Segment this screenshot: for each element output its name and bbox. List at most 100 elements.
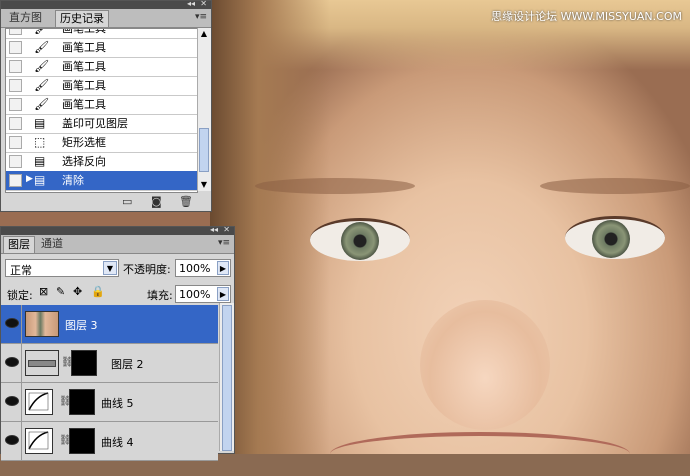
brush-icon: 🖌: [34, 40, 50, 54]
opacity-value: 100%: [179, 262, 211, 275]
scrollbar-thumb[interactable]: [199, 128, 209, 172]
layer-row-selected[interactable]: 图层 3: [1, 305, 218, 344]
history-item[interactable]: 🖌 画笔工具: [6, 38, 197, 58]
history-item[interactable]: ▤ 选择反向: [6, 152, 197, 172]
panel-menu-icon[interactable]: ▾≡: [195, 12, 207, 22]
tab-histogram[interactable]: 直方图: [5, 10, 46, 26]
history-list: 🖌 画笔工具 🖌 画笔工具 🖌 画笔工具 🖌 画笔工具 🖌 画笔工具 ▤ 盖印可…: [5, 28, 198, 193]
fill-label: 填充:: [147, 289, 173, 302]
panel-title-strip[interactable]: ◂◂ ✕: [1, 0, 211, 9]
new-document-from-state-icon[interactable]: ▭: [122, 195, 132, 208]
lock-position-icon[interactable]: ✥: [73, 285, 82, 298]
tab-channels[interactable]: 通道: [37, 236, 67, 252]
layer-row[interactable]: ⛓ 曲线 5: [1, 383, 218, 422]
curves-adjustment-icon: [25, 389, 53, 415]
marquee-icon: ⬚: [34, 135, 46, 149]
history-panel: ◂◂ ✕ 直方图 历史记录 ▾≡ 🖌 画笔工具 🖌 画笔工具 🖌 画笔工具 🖌 …: [0, 0, 212, 212]
snapshot-checkbox[interactable]: [9, 117, 22, 130]
curves-adjustment-icon: [25, 428, 53, 454]
history-item[interactable]: 🖌 画笔工具: [6, 95, 197, 115]
visibility-eye-icon[interactable]: [1, 422, 22, 460]
lock-transparency-icon[interactable]: ⊠: [39, 285, 48, 298]
layer-mask-thumbnail[interactable]: [71, 350, 97, 376]
visibility-eye-icon[interactable]: [1, 344, 22, 382]
layers-tabs: 图层 通道 ▾≡: [1, 235, 234, 254]
tab-layers[interactable]: 图层: [3, 236, 35, 253]
watermark-text: 思缘设计论坛 WWW.MISSYUAN.COM: [491, 10, 682, 23]
left-eye: [310, 218, 410, 261]
snapshot-checkbox[interactable]: [9, 155, 22, 168]
layer-name: 曲线 4: [101, 436, 134, 449]
lock-label: 锁定:: [7, 289, 33, 302]
history-item-label: 画笔工具: [62, 98, 106, 111]
layer-name: 图层 2: [111, 358, 144, 371]
layers-panel: ◂◂ ✕ 图层 通道 ▾≡ 正常 ▼ 不透明度: 100% ▶ 锁定: ⊠ ✎ …: [0, 225, 235, 461]
history-item-label: 清除: [62, 174, 84, 187]
opacity-field[interactable]: 100% ▶: [175, 259, 231, 277]
history-item-label: 矩形选框: [62, 136, 106, 149]
brush-icon: 🖌: [34, 78, 50, 92]
collapse-icon[interactable]: ◂◂: [187, 0, 195, 8]
snapshot-checkbox[interactable]: [9, 174, 22, 187]
history-scrollbar[interactable]: ▲ ▼: [197, 28, 211, 191]
close-icon[interactable]: ✕: [200, 0, 207, 8]
snapshot-checkbox[interactable]: [9, 41, 22, 54]
history-item[interactable]: ⬚ 矩形选框: [6, 133, 197, 153]
visibility-eye-icon[interactable]: [1, 305, 22, 343]
layer-mask-thumbnail[interactable]: [69, 389, 95, 415]
chevron-down-icon[interactable]: ▼: [103, 261, 117, 275]
close-icon[interactable]: ✕: [223, 225, 230, 234]
mouth: [330, 432, 630, 476]
layer-row[interactable]: ⛓ 曲线 4: [1, 422, 218, 461]
history-item-label: 画笔工具: [62, 41, 106, 54]
history-state-marker-icon: ▶: [26, 174, 33, 184]
fill-slider-arrow-icon[interactable]: ▶: [217, 287, 229, 301]
left-eyebrow: [255, 178, 415, 194]
document-icon: ▤: [34, 116, 46, 130]
visibility-eye-icon[interactable]: [1, 383, 22, 421]
history-item[interactable]: ▤ 盖印可见图层: [6, 114, 197, 134]
history-tabs: 直方图 历史记录 ▾≡: [1, 9, 211, 28]
snapshot-checkbox[interactable]: [9, 79, 22, 92]
blend-mode-value: 正常: [10, 264, 32, 277]
history-item-label: 盖印可见图层: [62, 117, 128, 130]
fill-field[interactable]: 100% ▶: [175, 285, 231, 303]
layer-row[interactable]: ⛓ 图层 2: [1, 344, 218, 383]
history-item-label: 画笔工具: [62, 28, 106, 35]
scrollbar-thumb[interactable]: [222, 305, 232, 451]
scroll-down-icon[interactable]: ▼: [199, 180, 209, 190]
right-eyebrow: [540, 178, 690, 194]
history-item[interactable]: 🖌 画笔工具: [6, 76, 197, 96]
brush-icon: 🖌: [34, 59, 50, 73]
opacity-slider-arrow-icon[interactable]: ▶: [217, 261, 229, 275]
lock-all-icon[interactable]: 🔒: [91, 285, 105, 298]
trash-icon[interactable]: 🗑: [179, 195, 193, 208]
panel-menu-icon[interactable]: ▾≡: [218, 238, 230, 248]
blend-mode-select[interactable]: 正常 ▼: [5, 259, 119, 277]
brush-icon: 🖌: [34, 28, 50, 35]
layer-name: 曲线 5: [101, 397, 134, 410]
snapshot-checkbox[interactable]: [9, 136, 22, 149]
new-snapshot-icon[interactable]: ◙: [151, 195, 162, 208]
tab-history[interactable]: 历史记录: [55, 10, 109, 27]
snapshot-checkbox[interactable]: [9, 98, 22, 111]
document-icon: ▤: [34, 173, 46, 187]
scroll-up-icon[interactable]: ▲: [199, 29, 209, 39]
lock-image-icon[interactable]: ✎: [56, 285, 65, 298]
fill-value: 100%: [179, 288, 211, 301]
layer-thumbnail: [25, 350, 59, 376]
opacity-label: 不透明度:: [123, 263, 171, 276]
snapshot-checkbox[interactable]: [9, 29, 22, 35]
layers-scrollbar[interactable]: [219, 303, 234, 451]
snapshot-checkbox[interactable]: [9, 60, 22, 73]
layer-mask-thumbnail[interactable]: [69, 428, 95, 454]
history-item[interactable]: 🖌 画笔工具: [6, 57, 197, 77]
layer-thumbnail: [25, 311, 59, 337]
history-item-selected[interactable]: ▶ ▤ 清除: [6, 171, 197, 191]
nose: [420, 300, 550, 430]
history-item-label: 画笔工具: [62, 79, 106, 92]
collapse-icon[interactable]: ◂◂: [210, 225, 218, 234]
history-footer: ▭ ◙ 🗑: [1, 192, 210, 211]
layer-name: 图层 3: [65, 319, 98, 332]
panel-title-strip[interactable]: ◂◂ ✕: [1, 225, 234, 235]
